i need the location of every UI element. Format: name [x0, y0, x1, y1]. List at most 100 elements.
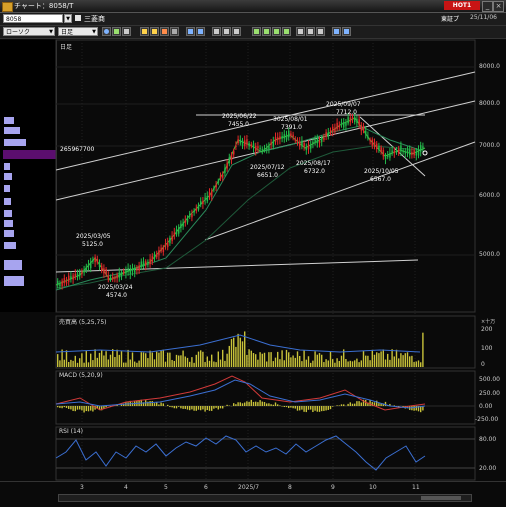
macd-histogram-bar	[70, 406, 71, 409]
candle	[233, 151, 235, 155]
candle	[110, 278, 112, 280]
macd-histogram-bar	[358, 401, 359, 406]
volume-panel-title: 売買高 (5,25,75)	[59, 317, 107, 326]
candle	[246, 139, 248, 144]
annotation-price: 7712.0	[336, 109, 357, 116]
candle	[330, 130, 332, 132]
annotation-date: 3025/08/01	[273, 116, 308, 123]
volume-bar	[396, 350, 397, 367]
macd-y-tick: -250.00	[475, 416, 498, 423]
volume-bar	[286, 350, 287, 367]
macd-histogram-bar	[213, 406, 214, 409]
candle	[180, 224, 182, 228]
macd-histogram-bar	[259, 400, 260, 406]
candle	[174, 233, 176, 236]
macd-histogram-bar	[306, 406, 307, 412]
candle	[75, 274, 77, 277]
candle	[163, 247, 165, 252]
candle	[200, 201, 202, 205]
volume-bar	[339, 361, 340, 367]
candle	[383, 150, 385, 156]
volume-bar	[312, 361, 313, 367]
macd-histogram-bar	[196, 406, 197, 411]
macd-histogram-bar	[352, 404, 353, 406]
volume-bar	[169, 353, 170, 367]
volume-bar	[163, 350, 164, 367]
rsi-y-tick: 20.00	[479, 465, 496, 472]
candle	[136, 269, 138, 271]
macd-histogram-bar	[312, 406, 313, 412]
macd-histogram-bar	[328, 406, 329, 410]
candle	[125, 270, 127, 274]
macd-histogram-bar	[323, 406, 324, 411]
macd-histogram-bar	[154, 403, 155, 406]
macd-histogram-bar	[66, 406, 67, 408]
candle	[134, 269, 136, 273]
volume-bar	[213, 362, 214, 367]
candle	[416, 152, 418, 156]
annotation-date: 2025/06/22	[222, 113, 257, 120]
candle	[88, 264, 90, 266]
volume-bar	[231, 339, 232, 367]
macd-histogram-bar	[178, 406, 179, 407]
macd-histogram-bar	[83, 406, 84, 412]
candle	[325, 132, 327, 137]
macd-histogram-bar	[347, 404, 348, 406]
volume-y-tick: 200	[481, 326, 492, 333]
macd-histogram-bar	[361, 403, 362, 406]
macd-histogram-bar	[169, 406, 170, 407]
candle	[176, 229, 178, 234]
volume-bar	[237, 334, 238, 367]
macd-histogram-bar	[92, 406, 93, 412]
candle	[407, 149, 409, 153]
macd-histogram-bar	[292, 406, 293, 408]
volume-bar	[369, 360, 370, 367]
volume-bar	[119, 355, 120, 367]
macd-histogram-bar	[266, 403, 267, 406]
volume-bar	[420, 362, 421, 367]
volume-bar	[288, 352, 289, 367]
volume-bar	[185, 356, 186, 367]
candle	[229, 157, 231, 163]
volume-bar	[310, 363, 311, 367]
candle	[213, 188, 215, 190]
candle	[387, 155, 389, 157]
macd-histogram-bar	[68, 406, 69, 409]
scroll-thumb[interactable]	[421, 496, 461, 500]
candle	[328, 132, 330, 136]
volume-bar	[275, 358, 276, 367]
volume-bar	[83, 363, 84, 367]
candle	[255, 146, 257, 151]
volume-bar	[86, 351, 87, 367]
macd-histogram-bar	[262, 402, 263, 406]
candle	[66, 282, 68, 284]
candle	[367, 136, 369, 138]
volume-bar	[229, 346, 230, 367]
macd-histogram-bar	[81, 406, 82, 410]
volume-bar	[94, 349, 95, 367]
main-y-tick: 7000.0	[479, 142, 500, 149]
candle	[202, 201, 204, 204]
macd-histogram-bar	[189, 406, 190, 410]
volume-bar	[110, 355, 111, 367]
volume-bar	[72, 361, 73, 367]
candle	[411, 152, 413, 155]
candle	[191, 214, 193, 217]
macd-histogram-bar	[158, 404, 159, 406]
candle	[207, 196, 209, 201]
macd-histogram-bar	[185, 406, 186, 409]
macd-histogram-bar	[303, 406, 304, 412]
candle	[141, 262, 143, 267]
horizontal-scrollbar[interactable]	[58, 494, 472, 502]
annotation-date: 2025/09/07	[326, 101, 361, 108]
macd-histogram-bar	[180, 406, 181, 408]
macd-histogram-bar	[275, 402, 276, 406]
candle	[77, 273, 79, 277]
x-axis-label: 11	[412, 484, 420, 491]
annotation-date: 2025/08/17	[296, 160, 331, 167]
macd-histogram-bar	[174, 406, 175, 408]
current-price-marker	[423, 151, 427, 155]
candle	[319, 141, 321, 143]
macd-y-tick: 500.00	[479, 376, 500, 383]
rsi-panel-title: RSI (14)	[59, 428, 83, 435]
